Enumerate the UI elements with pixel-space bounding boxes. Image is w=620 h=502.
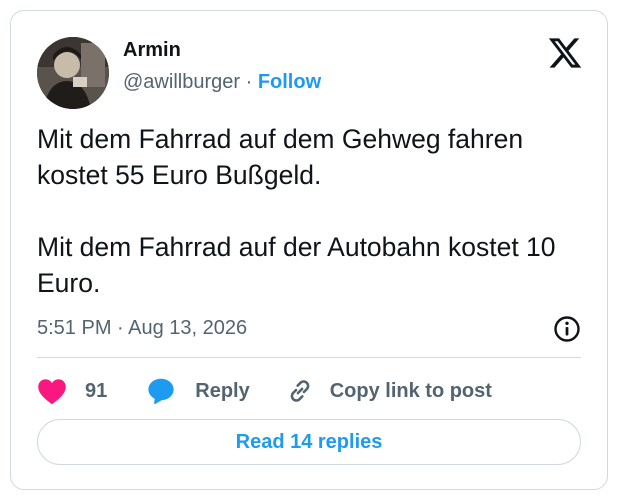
avatar[interactable] [37, 37, 109, 109]
follow-button[interactable]: Follow [258, 71, 321, 93]
info-icon[interactable] [553, 315, 581, 343]
tweet-text: Mit dem Fahrrad auf dem Gehweg fahren ko… [37, 121, 593, 301]
reply-label: Reply [195, 379, 250, 402]
copy-link-button[interactable]: Copy link to post [286, 377, 492, 405]
tweet-paragraph: Mit dem Fahrrad auf dem Gehweg fahren ko… [37, 124, 524, 190]
author-handle-row: @awillburger · Follow [123, 71, 321, 94]
author-handle[interactable]: @awillburger [123, 71, 240, 93]
action-bar: 91 Reply Copy link to post [37, 373, 492, 409]
read-replies-button[interactable]: Read 14 replies [37, 419, 581, 465]
tweet-paragraph: Mit dem Fahrrad auf der Autobahn kostet … [37, 232, 556, 298]
author-name[interactable]: Armin [123, 39, 181, 62]
like-button[interactable]: 91 [37, 377, 107, 405]
speech-bubble-icon [148, 378, 174, 404]
avatar-photo [37, 37, 109, 109]
copy-link-label: Copy link to post [329, 379, 492, 402]
like-count: 91 [85, 379, 108, 402]
handle-separator: · [245, 71, 253, 93]
reply-button[interactable]: Reply [147, 377, 250, 405]
x-logo-icon[interactable] [547, 35, 583, 71]
timestamp[interactable]: 5:51 PM · Aug 13, 2026 [37, 317, 247, 340]
divider [37, 357, 581, 358]
heart-icon [38, 379, 66, 405]
tweet-embed-card: Armin @awillburger · Follow Mit dem Fahr… [10, 10, 608, 490]
link-icon [290, 380, 310, 402]
